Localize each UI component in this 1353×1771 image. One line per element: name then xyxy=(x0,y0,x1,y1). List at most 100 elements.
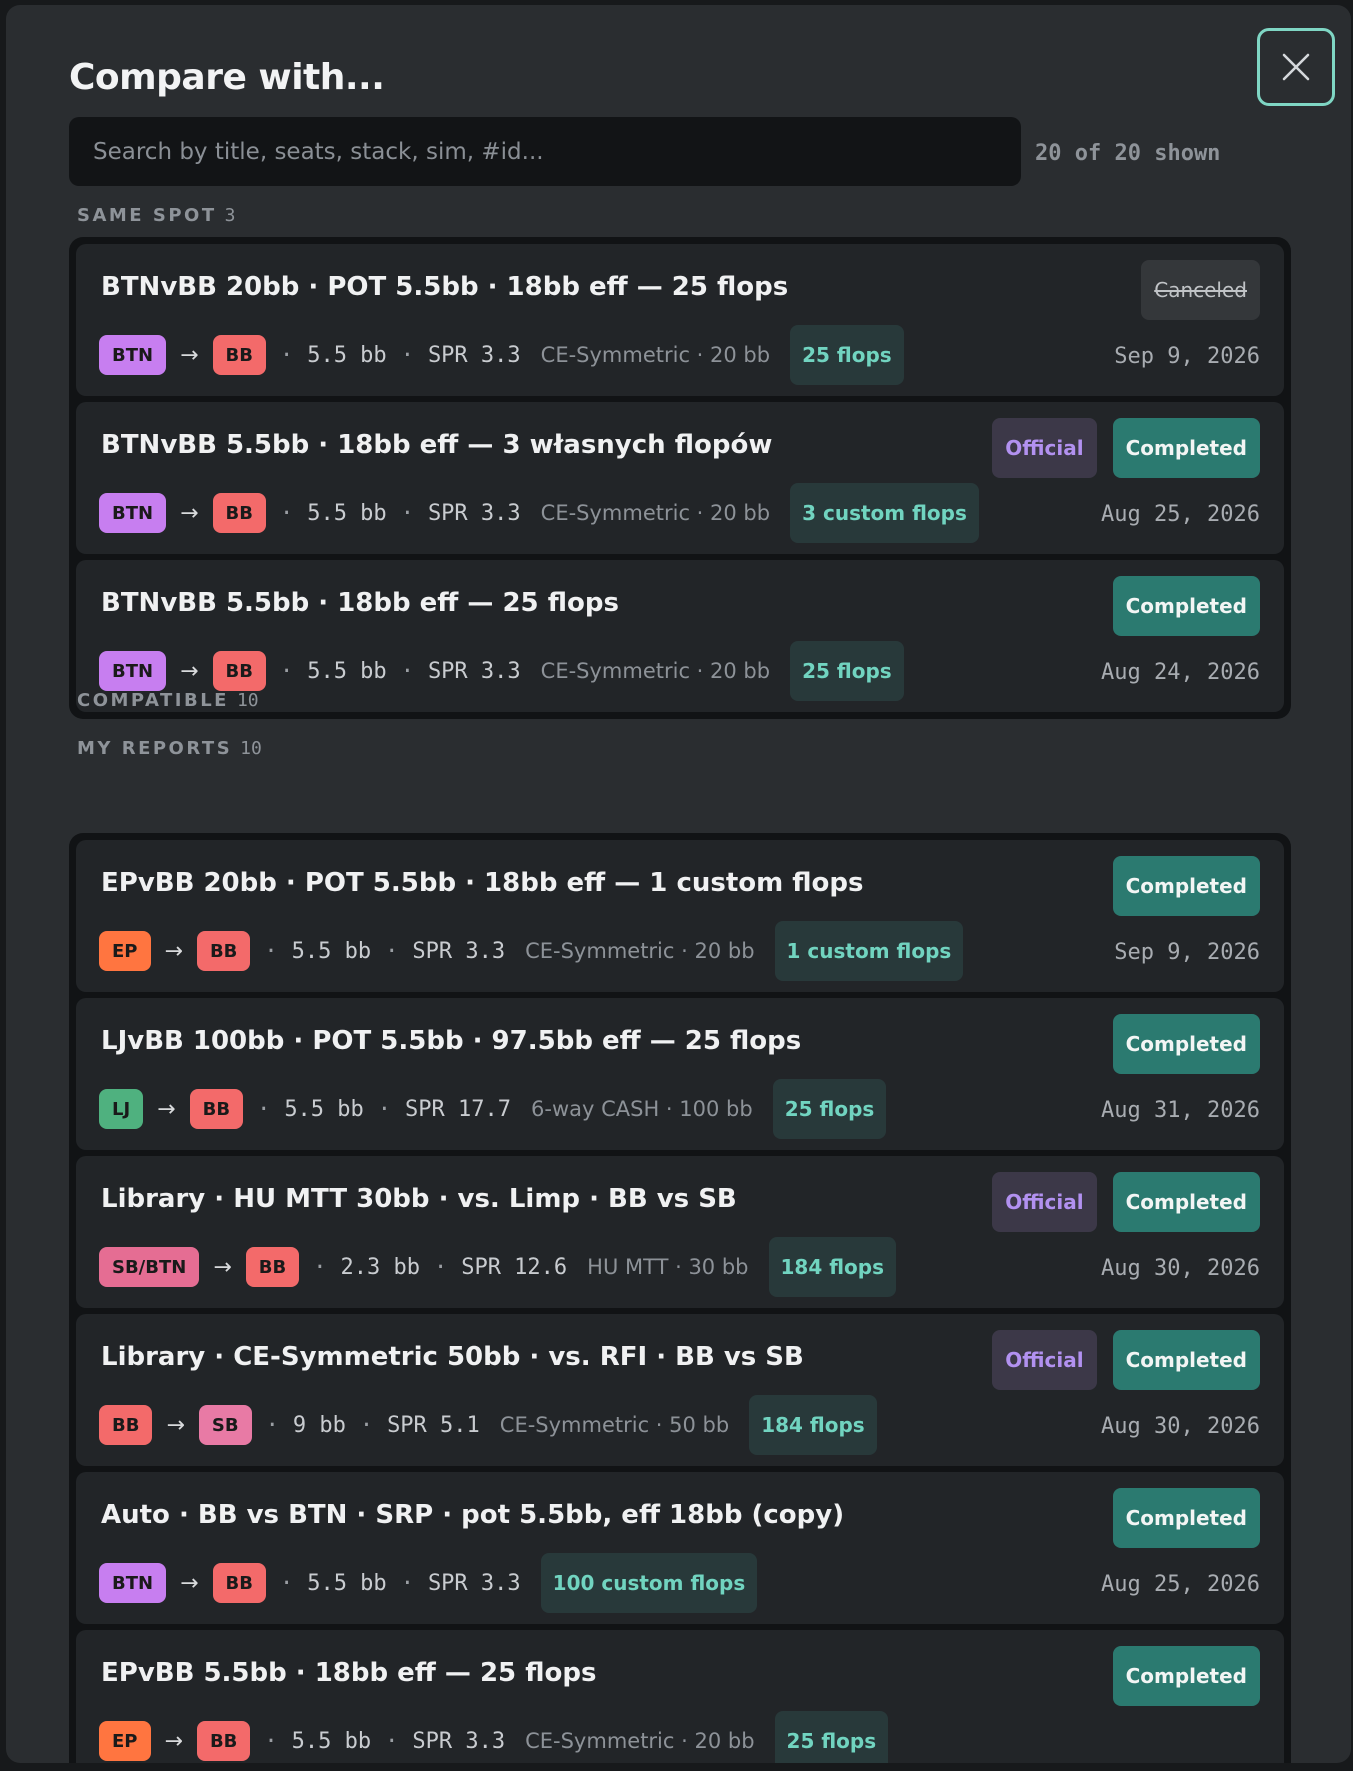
compare-modal: Compare with... 20 of 20 shown SAME SPOT… xyxy=(6,5,1351,1763)
separator: · xyxy=(359,1412,374,1438)
flops-count: 1 custom flops xyxy=(774,921,964,981)
badge-group: Canceled xyxy=(1141,260,1260,320)
report-card[interactable]: Library · HU MTT 30bb · vs. Limp · BB vs… xyxy=(76,1156,1284,1308)
flops-count: 25 flops xyxy=(790,641,904,701)
sim-name: CE-Symmetric · 20 bb xyxy=(540,659,771,683)
section-count: 10 xyxy=(236,690,259,711)
section-title: MY REPORTS xyxy=(77,738,233,759)
badge-group: Completed xyxy=(1112,856,1260,916)
flops-count: 25 flops xyxy=(790,325,904,385)
separator: · xyxy=(279,658,294,684)
report-date: Sep 9, 2026 xyxy=(1114,940,1260,965)
spr-value: SPR 3.3 xyxy=(427,658,521,684)
search-box[interactable] xyxy=(69,117,1021,186)
seat-badge-to: BB xyxy=(212,335,266,375)
pot-size: 5.5 bb xyxy=(307,500,387,526)
pot-size: 5.5 bb xyxy=(291,938,372,964)
arrow-right-icon: → xyxy=(166,1412,185,1438)
section-title: COMPATIBLE xyxy=(77,690,229,711)
status-badge-official: Official xyxy=(992,1172,1097,1232)
search-input[interactable] xyxy=(93,138,993,165)
report-meta: BTN → BB · 5.5 bb · SPR 3.3 CE-Symmetric… xyxy=(99,325,904,385)
report-card[interactable]: BTNvBB 5.5bb · 18bb eff — 3 własnych flo… xyxy=(76,402,1284,554)
spr-value: SPR 3.3 xyxy=(427,500,521,526)
section-label-same-spot: SAME SPOT 3 xyxy=(77,205,235,226)
pot-size: 2.3 bb xyxy=(340,1254,420,1280)
report-meta: SB/BTN → BB · 2.3 bb · SPR 12.6 HU MTT ·… xyxy=(99,1237,896,1297)
separator: · xyxy=(265,1412,279,1438)
report-card[interactable]: EPvBB 5.5bb · 18bb eff — 25 flops Comple… xyxy=(76,1630,1284,1763)
badge-group: Completed xyxy=(1112,1646,1260,1706)
report-card[interactable]: EPvBB 20bb · POT 5.5bb · 18bb eff — 1 cu… xyxy=(76,840,1284,992)
report-card[interactable]: Auto · BB vs BTN · SRP · pot 5.5bb, eff … xyxy=(76,1472,1284,1624)
seat-badge-to: BB xyxy=(245,1247,300,1287)
arrow-right-icon: → xyxy=(164,1728,183,1754)
section-title: SAME SPOT xyxy=(77,205,217,226)
separator: · xyxy=(400,658,414,684)
report-date: Aug 25, 2026 xyxy=(1101,1572,1260,1597)
badge-group: Official Completed xyxy=(992,1172,1260,1232)
spr-value: SPR 3.3 xyxy=(412,938,506,964)
separator: · xyxy=(279,342,294,368)
section-count: 10 xyxy=(240,738,262,759)
flops-count: 184 flops xyxy=(768,1237,896,1297)
report-meta: LJ → BB · 5.5 bb · SPR 17.7 6-way CASH ·… xyxy=(99,1079,887,1139)
badge-group: Official Completed xyxy=(992,1330,1260,1390)
seat-badge-from: LJ xyxy=(99,1089,144,1129)
spr-value: SPR 17.7 xyxy=(405,1096,512,1122)
seat-badge-to: BB xyxy=(212,1563,266,1603)
seat-badge-to: BB xyxy=(196,1721,251,1761)
report-title: EPvBB 5.5bb · 18bb eff — 25 flops xyxy=(101,1658,597,1688)
seat-badge-from: BTN xyxy=(99,493,167,533)
status-badge-completed: Completed xyxy=(1112,418,1260,478)
badge-group: Official Completed xyxy=(992,418,1260,478)
status-badge-canceled: Canceled xyxy=(1141,260,1260,320)
shown-count: 20 of 20 shown xyxy=(1035,141,1221,166)
spr-value: SPR 3.3 xyxy=(427,342,521,368)
report-card[interactable]: Library · CE-Symmetric 50bb · vs. RFI · … xyxy=(76,1314,1284,1466)
seat-badge-from: EP xyxy=(99,931,151,971)
seat-badge-to: BB xyxy=(212,493,266,533)
arrow-right-icon: → xyxy=(157,1096,176,1122)
report-title: BTNvBB 5.5bb · 18bb eff — 3 własnych flo… xyxy=(101,430,773,460)
same-spot-group: BTNvBB 20bb · POT 5.5bb · 18bb eff — 25 … xyxy=(69,237,1291,719)
report-date: Aug 25, 2026 xyxy=(1101,502,1260,527)
close-button[interactable] xyxy=(1257,28,1335,106)
seat-badge-from: BTN xyxy=(99,651,167,691)
spr-value: SPR 3.3 xyxy=(412,1728,506,1754)
report-card[interactable]: BTNvBB 20bb · POT 5.5bb · 18bb eff — 25 … xyxy=(76,244,1284,396)
arrow-right-icon: → xyxy=(180,1570,199,1596)
flops-count: 25 flops xyxy=(772,1079,887,1139)
separator: · xyxy=(279,500,294,526)
modal-title: Compare with... xyxy=(69,57,385,98)
pot-size: 5.5 bb xyxy=(284,1096,364,1122)
status-badge-completed: Completed xyxy=(1112,1488,1260,1548)
report-card[interactable]: LJvBB 100bb · POT 5.5bb · 97.5bb eff — 2… xyxy=(76,998,1284,1150)
report-title: LJvBB 100bb · POT 5.5bb · 97.5bb eff — 2… xyxy=(101,1026,802,1056)
report-title: EPvBB 20bb · POT 5.5bb · 18bb eff — 1 cu… xyxy=(101,868,864,898)
arrow-right-icon: → xyxy=(213,1254,232,1280)
pot-size: 9 bb xyxy=(292,1412,346,1438)
separator: · xyxy=(279,1570,294,1596)
separator: · xyxy=(264,938,278,964)
arrow-right-icon: → xyxy=(180,658,199,684)
section-count: 3 xyxy=(224,205,236,226)
sim-name: CE-Symmetric · 50 bb xyxy=(499,1413,730,1437)
report-date: Sep 9, 2026 xyxy=(1114,344,1260,369)
seat-badge-from: BTN xyxy=(99,1563,167,1603)
pot-size: 5.5 bb xyxy=(307,1570,387,1596)
report-date: Aug 30, 2026 xyxy=(1101,1414,1260,1439)
status-badge-completed: Completed xyxy=(1112,576,1260,636)
badge-group: Completed xyxy=(1112,1014,1260,1074)
report-meta: BTN → BB · 5.5 bb · SPR 3.3 CE-Symmetric… xyxy=(99,483,979,543)
sim-name: CE-Symmetric · 20 bb xyxy=(540,343,771,367)
seat-badge-from: SB/BTN xyxy=(99,1247,200,1287)
status-badge-completed: Completed xyxy=(1112,856,1260,916)
separator: · xyxy=(400,1570,414,1596)
report-title: Library · CE-Symmetric 50bb · vs. RFI · … xyxy=(101,1342,804,1372)
status-badge-official: Official xyxy=(992,1330,1097,1390)
pot-size: 5.5 bb xyxy=(291,1728,372,1754)
report-date: Aug 24, 2026 xyxy=(1101,660,1260,685)
separator: · xyxy=(257,1096,271,1122)
arrow-right-icon: → xyxy=(180,500,199,526)
